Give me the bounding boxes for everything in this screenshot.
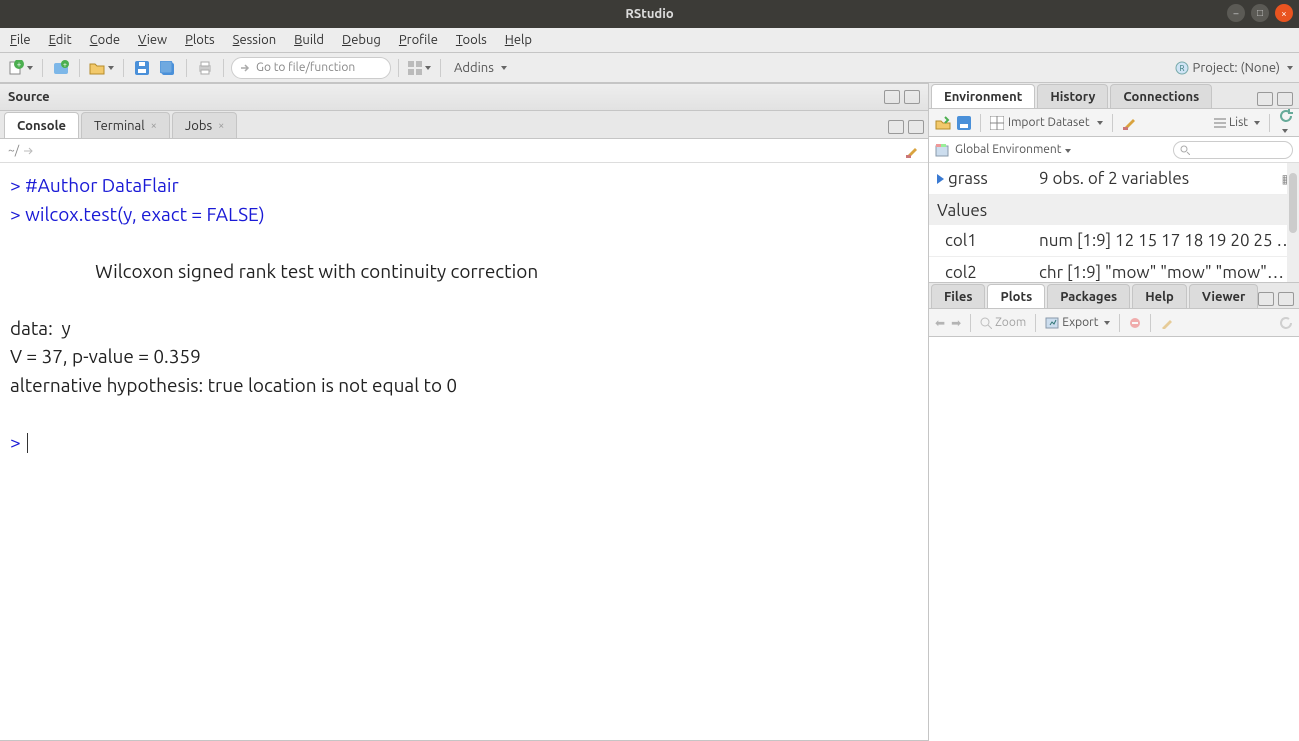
menu-build[interactable]: Build: [294, 33, 324, 47]
menu-code[interactable]: Code: [90, 33, 120, 47]
search-icon: [1180, 145, 1190, 155]
menu-tools[interactable]: Tools: [456, 33, 487, 47]
refresh-button[interactable]: [1279, 109, 1293, 136]
grid-view-button[interactable]: [406, 57, 433, 79]
open-file-button[interactable]: [87, 57, 116, 79]
addins-menu[interactable]: Addins: [448, 61, 513, 75]
new-project-button[interactable]: +: [50, 57, 72, 79]
project-selector[interactable]: R Project: (None): [1175, 61, 1293, 75]
console-output[interactable]: > #Author DataFlair > wilcox.test(y, exa…: [0, 163, 928, 741]
source-maximize-button[interactable]: [904, 90, 920, 104]
console-cursor: [27, 433, 28, 453]
tab-history[interactable]: History: [1037, 84, 1108, 108]
remove-plot-button[interactable]: [1129, 317, 1141, 329]
close-icon[interactable]: ×: [218, 120, 224, 132]
svg-text:+: +: [63, 61, 67, 69]
env-values-header: Values: [929, 195, 1299, 225]
save-button[interactable]: [131, 57, 153, 79]
zoom-button[interactable]: Zoom: [980, 316, 1026, 329]
svg-text:+: +: [17, 60, 22, 69]
tab-jobs[interactable]: Jobs×: [172, 112, 237, 138]
environment-scope-bar: Global Environment: [929, 137, 1299, 163]
env-value-row[interactable]: col1 num [1:9] 12 15 17 18 19 20 25 26 2…: [929, 225, 1299, 257]
clear-objects-button[interactable]: [1122, 116, 1138, 130]
plot-prev-button[interactable]: ⬅: [935, 316, 945, 330]
window-minimize-button[interactable]: –: [1227, 4, 1245, 22]
menu-bar: File Edit Code View Plots Session Build …: [0, 28, 1299, 53]
tab-packages[interactable]: Packages: [1047, 284, 1130, 308]
env-scrollbar[interactable]: [1287, 163, 1299, 282]
tab-help[interactable]: Help: [1132, 284, 1187, 308]
plots-maximize-button[interactable]: [1278, 292, 1294, 306]
env-data-row[interactable]: grass 9 obs. of 2 variables ▦: [929, 163, 1299, 195]
goto-placeholder: Go to file/function: [256, 61, 355, 74]
environment-tabs: Environment History Connections: [929, 83, 1299, 109]
goto-file-input[interactable]: Go to file/function: [231, 57, 391, 79]
menu-session[interactable]: Session: [233, 33, 276, 47]
plot-next-button[interactable]: ➡: [951, 316, 961, 330]
load-workspace-button[interactable]: [935, 116, 951, 130]
env-scope-icon: [935, 143, 949, 157]
print-button[interactable]: [194, 57, 216, 79]
menu-profile[interactable]: Profile: [399, 33, 438, 47]
window-title-bar: RStudio – □ ×: [0, 0, 1299, 28]
clear-all-plots-button[interactable]: [1160, 317, 1174, 329]
env-maximize-button[interactable]: [1277, 92, 1293, 106]
new-file-button[interactable]: +: [6, 57, 35, 79]
expand-icon[interactable]: [937, 174, 944, 184]
tab-files[interactable]: Files: [931, 284, 985, 308]
tab-console[interactable]: Console: [4, 112, 79, 138]
grid-icon: [990, 116, 1004, 130]
close-icon[interactable]: ×: [151, 120, 157, 132]
source-minimize-button[interactable]: [884, 90, 900, 104]
main-toolbar: + + Go to file/function Addins R Project…: [0, 53, 1299, 83]
menu-view[interactable]: View: [138, 33, 167, 47]
tab-terminal[interactable]: Terminal×: [81, 112, 170, 138]
clear-console-button[interactable]: [904, 143, 920, 159]
console-working-dir: ~/: [8, 144, 19, 157]
export-button[interactable]: Export: [1045, 316, 1110, 329]
import-dataset-button[interactable]: Import Dataset: [990, 116, 1103, 130]
r-project-icon: R: [1175, 61, 1189, 75]
console-maximize-button[interactable]: [908, 120, 924, 134]
zoom-icon: [980, 317, 992, 329]
plots-refresh-button[interactable]: [1279, 316, 1293, 330]
list-icon: [1214, 118, 1226, 128]
console-minimize-button[interactable]: [888, 120, 904, 134]
goto-arrow-icon: [240, 63, 250, 73]
list-view-button[interactable]: List: [1214, 116, 1260, 129]
save-workspace-button[interactable]: [957, 116, 971, 130]
env-search-input[interactable]: [1173, 141, 1293, 159]
window-maximize-button[interactable]: □: [1251, 4, 1269, 22]
tab-viewer[interactable]: Viewer: [1189, 284, 1259, 308]
plots-tabs: Files Plots Packages Help Viewer: [929, 283, 1299, 309]
source-label: Source: [8, 90, 50, 104]
source-pane-header: Source: [0, 83, 928, 111]
tab-plots[interactable]: Plots: [987, 284, 1045, 308]
env-value-row[interactable]: col2 chr [1:9] "mow" "mow" "mow" "mow" .…: [929, 257, 1299, 283]
menu-help[interactable]: Help: [505, 33, 532, 47]
path-arrow-icon: [23, 146, 35, 156]
environment-toolbar: Import Dataset List: [929, 109, 1299, 137]
console-tabs: Console Terminal× Jobs×: [0, 111, 928, 139]
menu-edit[interactable]: Edit: [49, 33, 72, 47]
menu-debug[interactable]: Debug: [342, 33, 381, 47]
environment-list: grass 9 obs. of 2 variables ▦ Values col…: [929, 163, 1299, 283]
env-minimize-button[interactable]: [1257, 92, 1273, 106]
window-close-button[interactable]: ×: [1275, 4, 1293, 22]
plots-area: [929, 337, 1299, 741]
plots-minimize-button[interactable]: [1258, 292, 1274, 306]
svg-text:R: R: [1179, 64, 1184, 73]
menu-plots[interactable]: Plots: [185, 33, 215, 47]
tab-connections[interactable]: Connections: [1110, 84, 1212, 108]
save-all-button[interactable]: [157, 57, 179, 79]
console-path-bar: ~/: [0, 139, 928, 163]
menu-file[interactable]: File: [10, 33, 31, 47]
tab-environment[interactable]: Environment: [931, 84, 1035, 108]
env-scope-selector[interactable]: Global Environment: [955, 143, 1071, 156]
export-icon: [1045, 317, 1059, 329]
plots-toolbar: ⬅ ➡ Zoom Export: [929, 309, 1299, 337]
window-title: RStudio: [625, 7, 673, 21]
